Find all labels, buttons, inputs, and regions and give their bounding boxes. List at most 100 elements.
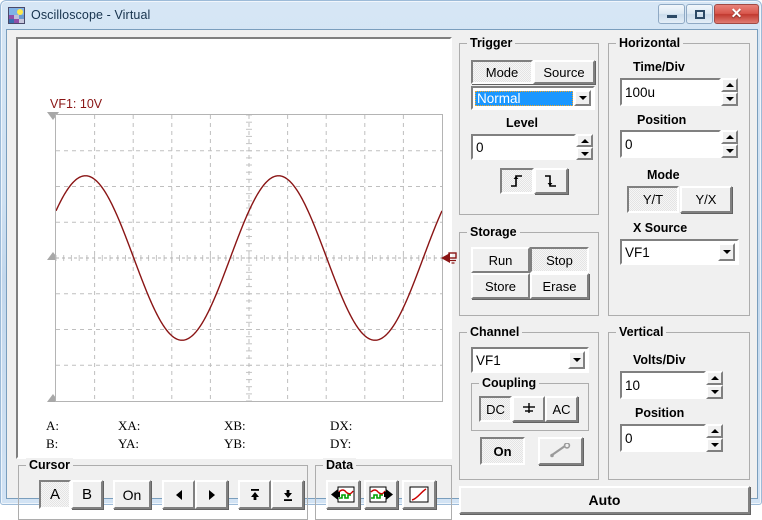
time-div-up-button[interactable] — [721, 78, 738, 92]
waveform-plot[interactable] — [55, 114, 457, 402]
storage-run-label: Run — [488, 252, 513, 268]
channel-ground-marker[interactable] — [441, 250, 459, 266]
vertical-position-down-button[interactable] — [706, 438, 723, 452]
horizontal-position-value: 0 — [625, 136, 633, 152]
trigger-source-tab[interactable]: Source — [533, 60, 595, 84]
chevron-down-icon[interactable] — [568, 351, 585, 369]
horizontal-position-input[interactable]: 0 — [620, 130, 721, 158]
coupling-ground-button[interactable] — [512, 396, 545, 422]
horizontal-legend: Horizontal — [616, 36, 684, 50]
vertical-position-input[interactable]: 0 — [620, 424, 706, 452]
storage-group: Storage Run Stop Store Erase — [459, 225, 599, 316]
trigger-level-stepper[interactable] — [576, 134, 593, 160]
time-div-value: 100u — [625, 84, 656, 100]
measure-xa-label: XA: — [118, 418, 141, 433]
vertical-group: Vertical Volts/Div 10 Position 0 — [608, 325, 750, 480]
horizontal-position-down-button[interactable] — [721, 144, 738, 158]
triangle-up-bar-icon — [250, 488, 259, 500]
coupling-ac-label: AC — [552, 401, 571, 417]
volts-div-up-button[interactable] — [706, 371, 723, 385]
scope-display-panel: VF1: 10V A: XA: XB: DX: B: YA: YB: DY: — [16, 37, 457, 459]
trigger-group: Trigger Mode Source Normal Level 0 — [459, 36, 599, 215]
close-button[interactable]: ✕ — [714, 3, 759, 24]
horizontal-position-up-button[interactable] — [721, 130, 738, 144]
cursor-group: Cursor A B On — [18, 458, 308, 520]
trigger-mode-value: Normal — [475, 90, 573, 106]
close-icon: ✕ — [730, 5, 743, 21]
vertical-position-stepper[interactable] — [706, 424, 723, 452]
maximize-button[interactable] — [686, 3, 713, 24]
horizontal-mode-yx-label: Y/X — [695, 192, 717, 207]
storage-erase-button[interactable]: Erase — [530, 273, 589, 299]
channel-on-label: On — [493, 443, 512, 459]
volts-div-stepper[interactable] — [706, 371, 723, 399]
vertical-position-label: Position — [635, 406, 685, 420]
ground-marker-icon — [441, 252, 457, 264]
x-source-value: VF1 — [625, 244, 650, 260]
time-div-stepper[interactable] — [721, 78, 738, 106]
falling-edge-icon — [545, 175, 556, 187]
cursor-on-label: On — [122, 486, 142, 503]
measure-xb-label: XB: — [224, 418, 246, 433]
storage-run-button[interactable]: Run — [471, 247, 530, 273]
coupling-dc-button[interactable]: DC — [479, 396, 512, 422]
channel-select-combo[interactable]: VF1 — [471, 347, 589, 373]
coupling-group: Coupling DC AC — [471, 376, 589, 431]
window-controls: ✕ — [657, 3, 759, 24]
chevron-down-icon[interactable] — [718, 243, 735, 261]
vertical-position-up-button[interactable] — [706, 424, 723, 438]
trigger-source-tab-label: Source — [543, 64, 585, 80]
channel-on-button[interactable]: On — [480, 437, 525, 465]
horizontal-position-stepper[interactable] — [721, 130, 738, 158]
title-bar[interactable]: Oscilloscope - Virtual ✕ — [1, 1, 762, 29]
x-source-combo[interactable]: VF1 — [620, 239, 739, 265]
trigger-level-down-button[interactable] — [576, 147, 593, 160]
storage-erase-label: Erase — [542, 278, 577, 294]
storage-legend: Storage — [467, 225, 520, 239]
trigger-level-input[interactable]: 0 — [471, 134, 576, 160]
trigger-mode-tab[interactable]: Mode — [471, 60, 533, 84]
ground-icon — [522, 403, 535, 413]
storage-stop-button[interactable]: Stop — [530, 247, 589, 273]
storage-store-label: Store — [484, 278, 517, 294]
volts-div-input[interactable]: 10 — [620, 371, 706, 399]
triangle-right-icon — [208, 489, 215, 500]
horizontal-mode-yt-label: Y/T — [642, 192, 664, 207]
trigger-legend: Trigger — [467, 36, 516, 50]
scope-screen: VF1: 10V A: XA: XB: DX: B: YA: YB: DY: — [20, 41, 457, 457]
data-group: Data — [315, 458, 452, 520]
horizontal-mode-yx-button[interactable]: Y/X — [680, 186, 732, 213]
maximize-icon — [695, 9, 705, 19]
trigger-level-label: Level — [506, 116, 538, 130]
channel-legend: Channel — [467, 325, 523, 339]
minimize-icon — [667, 14, 677, 18]
vertical-position-value: 0 — [625, 430, 633, 446]
channel-select-value: VF1 — [476, 352, 501, 368]
horizontal-mode-yt-button[interactable]: Y/T — [627, 186, 679, 213]
arrow-into-chart-icon — [331, 486, 355, 503]
trigger-level-up-button[interactable] — [576, 134, 593, 147]
measure-dx-label: DX: — [330, 418, 353, 433]
client-area: VF1: 10V A: XA: XB: DX: B: YA: YB: DY: T… — [6, 29, 758, 520]
minimize-button[interactable] — [658, 3, 685, 24]
coupling-dc-label: DC — [486, 401, 505, 417]
probe-icon — [549, 443, 570, 458]
storage-store-button[interactable]: Store — [471, 273, 530, 299]
trigger-falling-edge-button[interactable] — [534, 168, 568, 194]
trigger-level-value: 0 — [476, 139, 484, 155]
storage-stop-label: Stop — [546, 252, 573, 268]
time-div-down-button[interactable] — [721, 92, 738, 106]
triangle-down-bar-icon — [283, 489, 292, 501]
coupling-ac-button[interactable]: AC — [545, 396, 578, 422]
auto-button[interactable]: Auto — [459, 486, 750, 514]
channel-probe-button[interactable] — [538, 437, 583, 465]
trigger-rising-edge-button[interactable] — [500, 168, 534, 194]
trigger-mode-combo[interactable]: Normal — [471, 86, 595, 110]
channel-group: Channel VF1 Coupling DC AC On — [459, 325, 599, 480]
arrow-out-of-chart-icon — [369, 486, 393, 503]
time-div-input[interactable]: 100u — [620, 78, 721, 106]
window-title: Oscilloscope - Virtual — [31, 8, 151, 22]
x-source-label: X Source — [633, 221, 688, 235]
volts-div-down-button[interactable] — [706, 385, 723, 399]
chevron-down-icon[interactable] — [574, 90, 591, 106]
